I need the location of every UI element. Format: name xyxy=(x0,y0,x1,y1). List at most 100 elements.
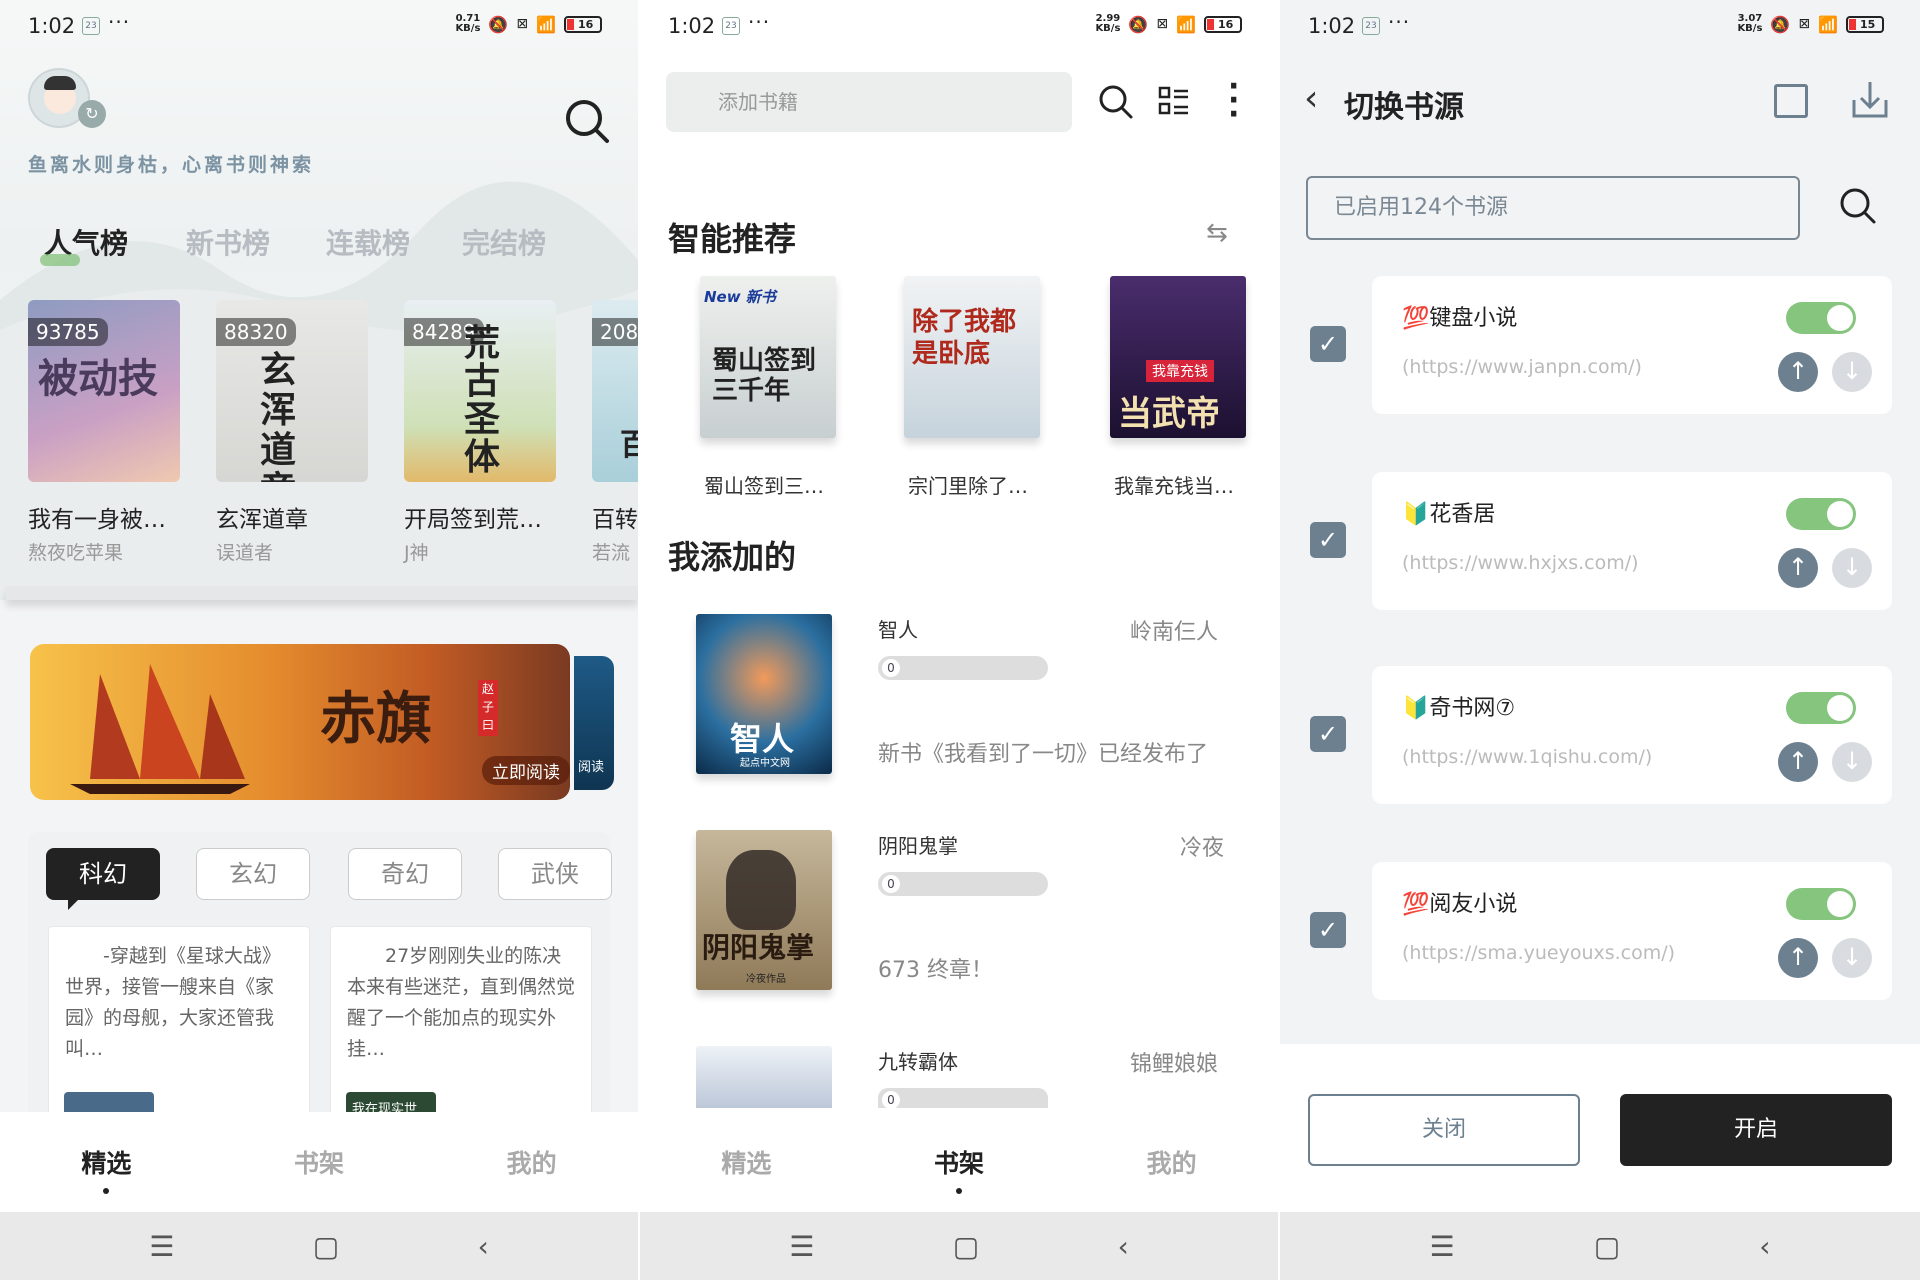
move-down-icon[interactable]: ↓ xyxy=(1832,938,1872,978)
cover-publisher: 起点中文网 xyxy=(740,758,790,769)
menu-nav-icon[interactable]: ☰ xyxy=(789,1230,814,1263)
source-enable-toggle[interactable] xyxy=(1786,888,1856,920)
book-author: 冷夜 xyxy=(1180,836,1225,861)
select-all-checkbox[interactable] xyxy=(1774,84,1808,118)
my-books-heading: 我添加的 xyxy=(668,538,797,576)
home-nav-icon[interactable]: ▢ xyxy=(313,1230,339,1263)
action-footer: 关闭 开启 xyxy=(1280,1044,1920,1212)
tab-finished[interactable]: 完结榜 xyxy=(462,222,546,262)
source-checkbox[interactable]: ✓ xyxy=(1310,716,1346,752)
move-up-icon[interactable]: ↑ xyxy=(1778,548,1818,588)
book-title[interactable]: 玄浑道章 xyxy=(216,500,308,534)
source-checkbox[interactable]: ✓ xyxy=(1310,522,1346,558)
book-cover[interactable]: 88320 玄浑道章 xyxy=(216,300,368,482)
book-title[interactable]: 阴阳鬼掌 xyxy=(878,830,958,859)
back-nav-icon[interactable]: ‹ xyxy=(1118,1230,1129,1263)
close-button[interactable]: 关闭 xyxy=(1308,1094,1580,1166)
recommended-cover[interactable]: 除了我都是卧底 xyxy=(904,276,1040,438)
source-enable-toggle[interactable] xyxy=(1786,498,1856,530)
genre-chip-xuanhuan[interactable]: 玄幻 xyxy=(196,848,310,900)
reading-progress: 0 xyxy=(878,872,1048,896)
book-title[interactable]: 智人 xyxy=(878,614,918,643)
cover-publisher: 冷夜作品 xyxy=(746,974,786,985)
source-enable-toggle[interactable] xyxy=(1786,692,1856,724)
home-nav-icon[interactable]: ▢ xyxy=(1594,1230,1620,1263)
tab-mine[interactable]: 我的 xyxy=(1147,1144,1197,1180)
book-title[interactable]: 开局签到荒… xyxy=(404,500,542,534)
book-title[interactable]: 百转 xyxy=(592,500,638,534)
source-card[interactable]: 🔰奇书网⑦ (https://www.1qishu.com/) ↑ ↓ xyxy=(1372,666,1892,804)
source-search-input[interactable]: 已启用124个书源 xyxy=(1306,176,1800,240)
book-title[interactable]: 宗门里除了… xyxy=(908,470,1028,499)
search-icon[interactable] xyxy=(1098,84,1134,120)
reading-progress: 0 xyxy=(878,656,1048,680)
list-view-icon[interactable] xyxy=(1158,86,1190,118)
shuffle-icon[interactable]: ⇆ xyxy=(1206,218,1228,248)
tab-bookshelf[interactable]: 书架 xyxy=(294,1144,344,1180)
source-checkbox[interactable]: ✓ xyxy=(1310,912,1346,948)
tab-bookshelf[interactable]: 书架 xyxy=(934,1144,984,1194)
status-bar: 1:02 23 ··· 0.71 KB/s 🔕 ⊠ 📶 16 xyxy=(0,0,638,52)
book-cover[interactable]: 84289 荒古圣体 xyxy=(404,300,556,482)
back-nav-icon[interactable]: ‹ xyxy=(1759,1230,1770,1263)
move-up-icon[interactable]: ↑ xyxy=(1778,352,1818,392)
bottom-tab-bar: 精选 书架 我的 xyxy=(0,1112,638,1212)
switch-account-icon[interactable]: ↻ xyxy=(78,100,106,128)
book-author: 熬夜吃苹果 xyxy=(28,542,124,564)
cover-title: 玄浑道章 xyxy=(260,349,297,482)
book-cover[interactable]: 93785 被动技 xyxy=(28,300,180,482)
wifi-icon: 📶 xyxy=(1818,14,1838,34)
genre-chip-fantasy[interactable]: 奇幻 xyxy=(348,848,462,900)
import-download-icon[interactable] xyxy=(1848,78,1892,122)
my-book-cover[interactable]: 智人 起点中文网 xyxy=(696,614,832,774)
menu-nav-icon[interactable]: ☰ xyxy=(1430,1230,1455,1263)
my-book-cover[interactable]: 阴阳鬼掌 冷夜作品 xyxy=(696,830,832,990)
promo-banner[interactable]: 赤旗 赵子曰 立即阅读 xyxy=(30,644,570,800)
page-title: 切换书源 xyxy=(1344,90,1464,125)
mute-icon: 🔕 xyxy=(488,14,509,34)
book-cover[interactable]: 208 百 xyxy=(592,300,638,482)
enable-button[interactable]: 开启 xyxy=(1620,1094,1892,1166)
book-title[interactable]: 九转霸体 xyxy=(878,1046,958,1075)
move-down-icon[interactable]: ↓ xyxy=(1832,548,1872,588)
menu-nav-icon[interactable]: ☰ xyxy=(149,1230,174,1263)
tab-new[interactable]: 新书榜 xyxy=(186,222,270,262)
tab-featured[interactable]: 精选 xyxy=(721,1144,771,1180)
recommend-heading: 智能推荐 xyxy=(668,220,797,258)
source-checkbox[interactable]: ✓ xyxy=(1310,326,1346,362)
source-card[interactable]: 💯阅友小说 (https://sma.yueyouxs.com/) ↑ ↓ xyxy=(1372,862,1892,1000)
back-nav-icon[interactable]: ‹ xyxy=(478,1230,489,1263)
tab-serial[interactable]: 连载榜 xyxy=(326,222,410,262)
mute-icon: 🔕 xyxy=(1770,14,1791,34)
search-icon[interactable] xyxy=(564,98,610,144)
add-book-search-input[interactable]: 添加书籍 xyxy=(666,72,1072,132)
recommended-cover[interactable]: New 新书 蜀山签到三千年 xyxy=(700,276,836,438)
move-up-icon[interactable]: ↑ xyxy=(1778,742,1818,782)
book-author: 误道者 xyxy=(216,542,274,564)
move-up-icon[interactable]: ↑ xyxy=(1778,938,1818,978)
tab-featured[interactable]: 精选 xyxy=(81,1144,131,1194)
book-title[interactable]: 我有一身被… xyxy=(28,500,166,534)
home-nav-icon[interactable]: ▢ xyxy=(953,1230,979,1263)
tab-mine[interactable]: 我的 xyxy=(507,1144,557,1180)
cover-tag: New 新书 xyxy=(704,288,776,306)
my-book-cover[interactable] xyxy=(696,1046,832,1108)
back-arrow-icon[interactable]: ‹ xyxy=(1304,78,1318,119)
active-tab-indicator xyxy=(40,254,80,266)
source-card[interactable]: 💯键盘小说 (https://www.janpn.com/) ↑ ↓ xyxy=(1372,276,1892,414)
source-enable-toggle[interactable] xyxy=(1786,302,1856,334)
move-down-icon[interactable]: ↓ xyxy=(1832,742,1872,782)
book-author: 锦鲤娘娘 xyxy=(1130,1052,1219,1077)
book-title[interactable]: 我靠充钱当… xyxy=(1114,470,1234,499)
recommended-cover[interactable]: 我靠充钱 当武帝 xyxy=(1110,276,1246,438)
genre-chip-scifi[interactable]: 科幻 xyxy=(46,848,160,900)
more-menu-icon[interactable]: · · · xyxy=(1228,72,1239,130)
cover-title: 蜀山签到三千年 xyxy=(712,346,817,406)
source-card[interactable]: 🔰花香居 (https://www.hxjxs.com/) ↑ ↓ xyxy=(1372,472,1892,610)
next-banner-peek[interactable]: 阅读 xyxy=(574,656,614,790)
read-now-button[interactable]: 立即阅读 xyxy=(482,756,570,785)
search-icon[interactable] xyxy=(1838,186,1878,226)
book-title[interactable]: 蜀山签到三… xyxy=(704,470,824,499)
genre-chip-wuxia[interactable]: 武侠 xyxy=(498,848,612,900)
move-down-icon[interactable]: ↓ xyxy=(1832,352,1872,392)
